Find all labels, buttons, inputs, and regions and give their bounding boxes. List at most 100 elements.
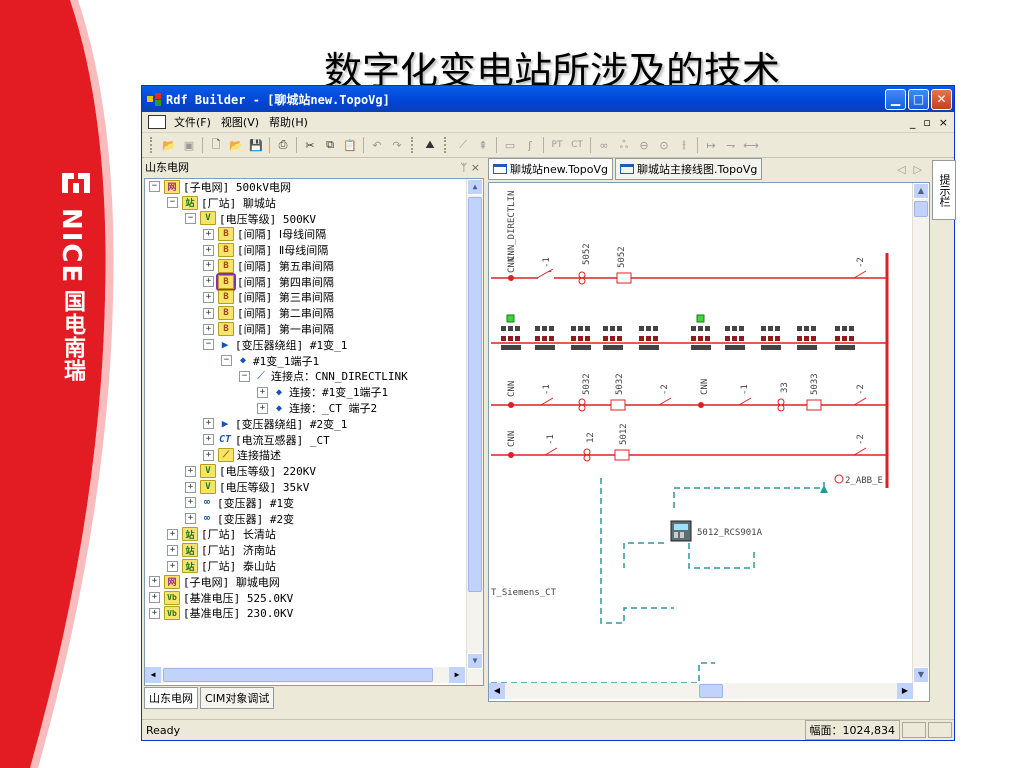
equipment-node[interactable] xyxy=(535,345,555,350)
equipment-node[interactable] xyxy=(501,345,521,350)
toolbar-grip[interactable] xyxy=(150,137,155,153)
scroll-left-icon[interactable]: ◀ xyxy=(489,683,505,699)
tree-item[interactable]: + ⟋ 连接描述 xyxy=(145,448,483,464)
close-button[interactable]: ✕ xyxy=(931,88,952,110)
tree-item[interactable]: + ◆ 连接：#1变_1端子1 xyxy=(145,384,483,400)
line-tool-icon[interactable]: ⟷ xyxy=(741,136,761,154)
tree-item[interactable]: + ▶ [变压器绕组] #2变_1 xyxy=(145,416,483,432)
redo-icon[interactable]: ↷ xyxy=(387,136,407,154)
ct-tool-icon[interactable]: CT xyxy=(567,136,587,154)
equipment-node[interactable] xyxy=(653,326,658,331)
expand-icon[interactable]: + xyxy=(203,323,214,335)
equipment-node[interactable] xyxy=(571,345,591,350)
tree-item[interactable]: + B [间隔] 第一串间隔 xyxy=(145,321,483,337)
tree-item[interactable]: + B [间隔] 第四串间隔 xyxy=(145,272,483,291)
equipment-node[interactable] xyxy=(585,336,590,341)
equipment-node[interactable] xyxy=(705,326,710,331)
tree-item[interactable]: + V [电压等级] 35kV xyxy=(145,479,483,495)
equipment-node[interactable] xyxy=(761,336,766,341)
equipment-node[interactable] xyxy=(804,336,809,341)
equipment-node[interactable] xyxy=(835,336,840,341)
equipment-node[interactable] xyxy=(617,336,622,341)
equipment-node[interactable] xyxy=(739,336,744,341)
equipment-node[interactable] xyxy=(691,336,696,341)
undo-icon[interactable]: ↶ xyxy=(367,136,387,154)
tree-item[interactable]: − ▶ [变压器绕组] #1变_1 xyxy=(145,337,483,353)
copy-icon[interactable]: ⧉ xyxy=(320,136,340,154)
expand-icon[interactable]: + xyxy=(149,576,160,588)
menu-help[interactable]: 帮助(H) xyxy=(269,114,308,130)
tree-item[interactable]: + 网 [子电网] 聊城电网 xyxy=(145,574,483,590)
equipment-node[interactable] xyxy=(639,345,659,350)
tree-item[interactable]: − ◆ #1变_1端子1 xyxy=(145,353,483,369)
capacitor-tool-icon[interactable]: ⫲ xyxy=(674,136,694,154)
tree-horizontal-scrollbar[interactable]: ◀ ▶ xyxy=(145,667,465,683)
equipment-node[interactable] xyxy=(639,326,644,331)
switch-tool-icon[interactable]: ⟋ xyxy=(453,136,473,154)
equipment-node[interactable] xyxy=(768,336,773,341)
diagram-canvas[interactable]: CNN_DIRECTLIN CNN -1 5052 5052 -2 CNN -1… xyxy=(488,182,930,702)
equipment-node[interactable] xyxy=(811,336,816,341)
secondary-wiring[interactable] xyxy=(491,478,825,684)
equipment-node[interactable] xyxy=(501,326,506,331)
tab-prev-icon[interactable]: ◁ xyxy=(897,163,905,176)
equipment-node[interactable] xyxy=(542,336,547,341)
tree-vertical-scrollbar[interactable]: ▲ ▼ xyxy=(466,179,483,685)
bay-row-2[interactable] xyxy=(491,314,887,350)
equipment-node[interactable] xyxy=(610,326,615,331)
selected-handle-icon[interactable] xyxy=(696,314,705,323)
expand-icon[interactable]: + xyxy=(203,228,214,240)
breaker-tool-icon[interactable]: ▭ xyxy=(500,136,520,154)
expand-icon[interactable]: + xyxy=(167,528,178,540)
tree-item[interactable]: + B [间隔] 第五串间隔 xyxy=(145,258,483,274)
equipment-node[interactable] xyxy=(578,326,583,331)
collapse-icon[interactable]: − xyxy=(239,370,250,382)
tab-next-icon[interactable]: ▷ xyxy=(914,163,922,176)
collapse-icon[interactable]: − xyxy=(203,339,214,351)
tree-item[interactable]: + 站 [厂站] 济南站 xyxy=(145,542,483,558)
equipment-node[interactable] xyxy=(842,326,847,331)
scroll-right-icon[interactable]: ▶ xyxy=(897,683,913,699)
equipment-node[interactable] xyxy=(732,326,737,331)
equipment-node[interactable] xyxy=(535,326,540,331)
equipment-node[interactable] xyxy=(811,326,816,331)
hint-panel-tab[interactable]: 提示栏 xyxy=(932,160,956,220)
equipment-node[interactable] xyxy=(849,336,854,341)
equipment-node[interactable] xyxy=(797,336,802,341)
equipment-node[interactable] xyxy=(804,326,809,331)
equipment-node[interactable] xyxy=(835,345,855,350)
selected-handle-icon[interactable] xyxy=(506,314,515,323)
tree-item[interactable]: + 站 [厂站] 长清站 xyxy=(145,527,483,543)
canvas-hscroll-thumb[interactable] xyxy=(699,684,723,698)
expand-icon[interactable]: + xyxy=(203,291,214,303)
toolbar-grip[interactable] xyxy=(411,137,416,153)
transformer-tool-icon[interactable]: ∞ xyxy=(594,136,614,154)
collapse-icon[interactable]: − xyxy=(221,355,232,367)
expand-icon[interactable]: + xyxy=(203,449,214,461)
expand-icon[interactable]: + xyxy=(149,592,160,604)
new-file-icon[interactable]: 🗋 xyxy=(206,136,226,154)
paste-icon[interactable]: 📋 xyxy=(340,136,360,154)
expand-icon[interactable]: + xyxy=(185,497,196,509)
hscroll-thumb[interactable] xyxy=(163,668,433,682)
minimize-button[interactable]: ▁ xyxy=(885,88,906,110)
canvas-scroll-thumb[interactable] xyxy=(914,201,928,217)
equipment-node[interactable] xyxy=(535,336,540,341)
tree-item[interactable]: − V [电压等级] 500KV xyxy=(145,211,483,227)
bay-row-3[interactable] xyxy=(491,397,887,412)
tree-item[interactable]: + Vb [基准电压] 525.0KV xyxy=(145,590,483,606)
tree-item[interactable]: − ⟋ 连接点：CNN_DIRECTLINK xyxy=(145,369,483,385)
expand-icon[interactable]: + xyxy=(203,260,214,272)
scroll-left-icon[interactable]: ◀ xyxy=(145,667,161,683)
equipment-node[interactable] xyxy=(508,326,513,331)
equipment-node[interactable] xyxy=(768,326,773,331)
equipment-node[interactable] xyxy=(775,336,780,341)
tab-shandong-grid[interactable]: 山东电网 xyxy=(144,687,198,709)
cut-icon[interactable]: ✂ xyxy=(300,136,320,154)
equipment-node[interactable] xyxy=(797,345,817,350)
maximize-button[interactable]: □ xyxy=(908,88,929,110)
scroll-right-icon[interactable]: ▶ xyxy=(449,667,465,683)
equipment-node[interactable] xyxy=(739,326,744,331)
tree-item[interactable]: + Vb [基准电压] 230.0KV xyxy=(145,606,483,622)
equipment-node[interactable] xyxy=(761,326,766,331)
